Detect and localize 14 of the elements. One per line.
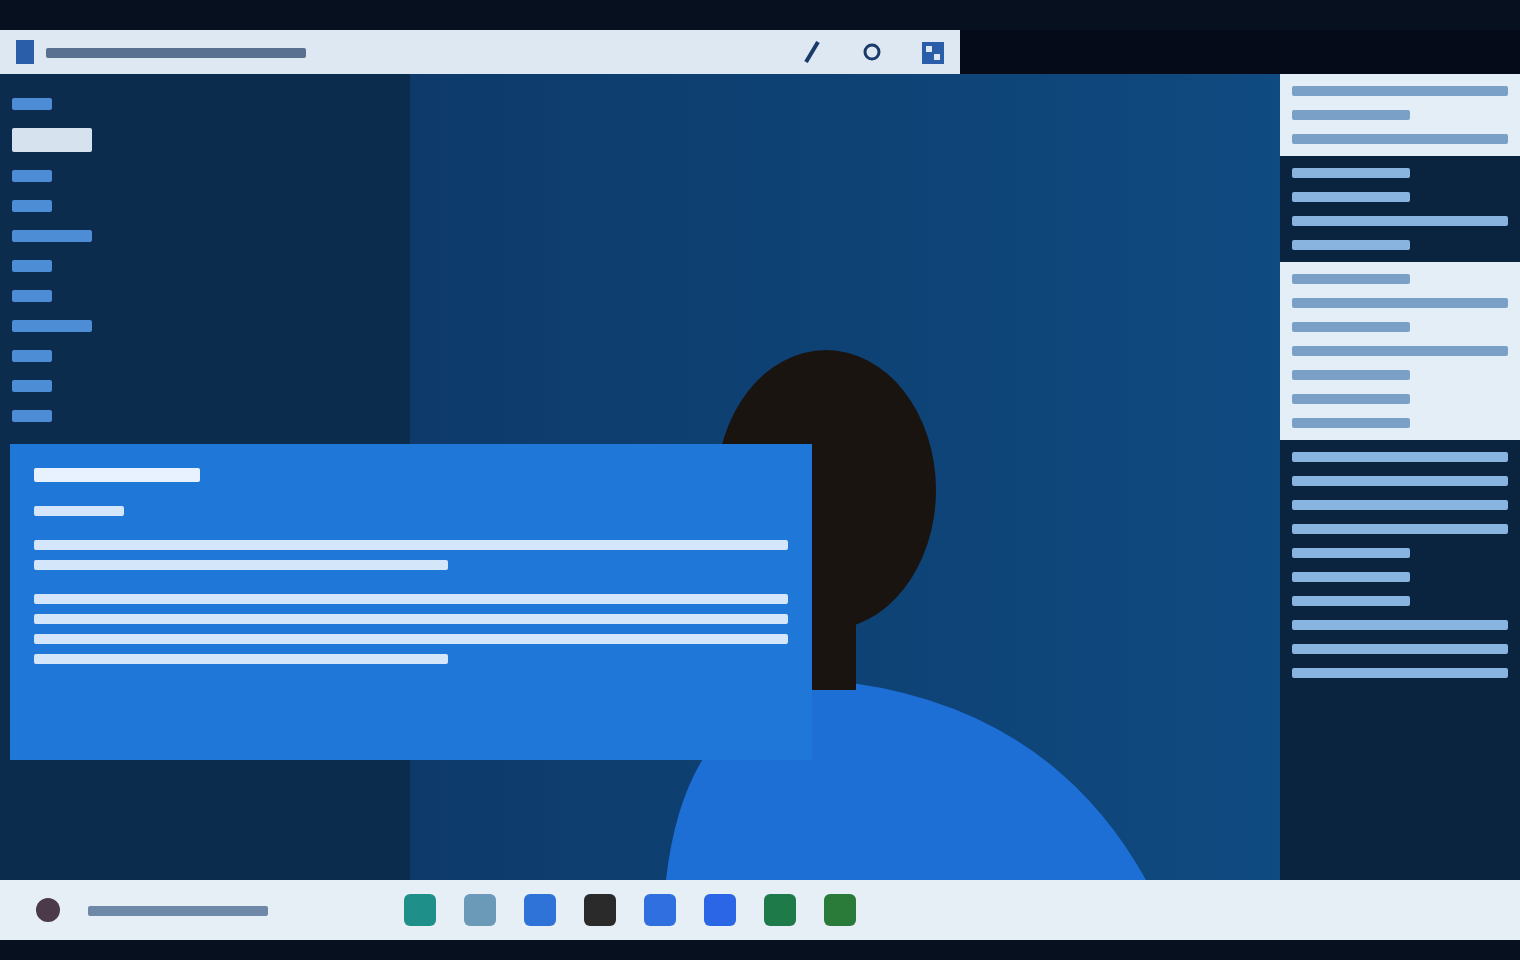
sidebar-item[interactable] xyxy=(12,410,52,422)
pen-icon[interactable] xyxy=(802,40,822,64)
app-icon[interactable] xyxy=(584,894,616,926)
sidebar-item[interactable] xyxy=(12,380,52,392)
sidebar-item[interactable] xyxy=(12,170,52,182)
sidebar-item[interactable] xyxy=(12,260,52,272)
avatar-icon[interactable] xyxy=(36,898,60,922)
sidebar-item[interactable] xyxy=(12,290,52,302)
grid-icon[interactable] xyxy=(922,41,944,63)
document-icon xyxy=(16,40,34,64)
ring-icon[interactable] xyxy=(862,42,882,62)
sidebar-item[interactable] xyxy=(12,350,52,362)
sidebar-item[interactable] xyxy=(12,98,52,110)
sidebar-item[interactable] xyxy=(12,200,52,212)
